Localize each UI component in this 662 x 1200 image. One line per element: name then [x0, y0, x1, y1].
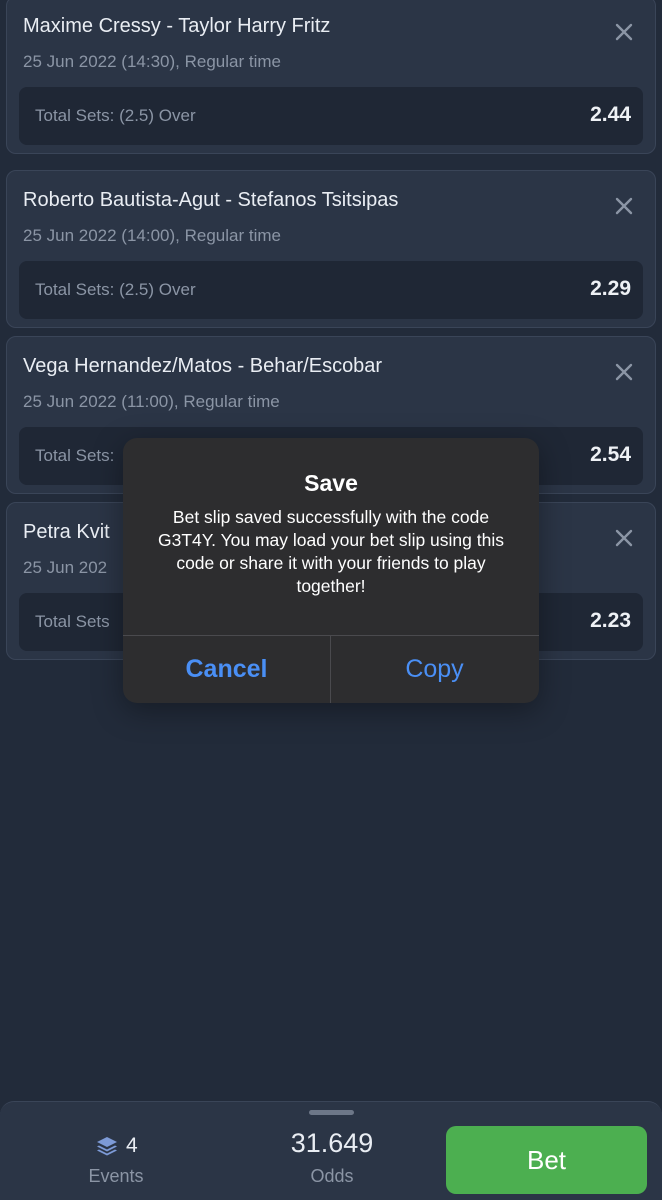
drag-handle[interactable] — [309, 1110, 354, 1115]
events-count: 4 — [126, 1134, 138, 1157]
events-label: Events — [88, 1166, 144, 1186]
cancel-button[interactable]: Cancel — [123, 636, 330, 703]
dialog-title: Save — [304, 470, 358, 496]
bet-button[interactable]: Bet — [446, 1126, 647, 1194]
layers-icon — [97, 1137, 117, 1156]
total-odds-value: 31.649 — [290, 1128, 374, 1158]
bet-slip-summary-bar: 4 Events 31.649 Odds Bet — [0, 1101, 662, 1200]
events-summary: 4 — [96, 1134, 138, 1158]
copy-button[interactable]: Copy — [331, 636, 538, 703]
total-odds-label: Odds — [310, 1166, 354, 1186]
dialog-message: Bet slip saved successfully with the cod… — [157, 507, 504, 596]
save-dialog: Save Bet slip saved successfully with th… — [123, 438, 539, 703]
